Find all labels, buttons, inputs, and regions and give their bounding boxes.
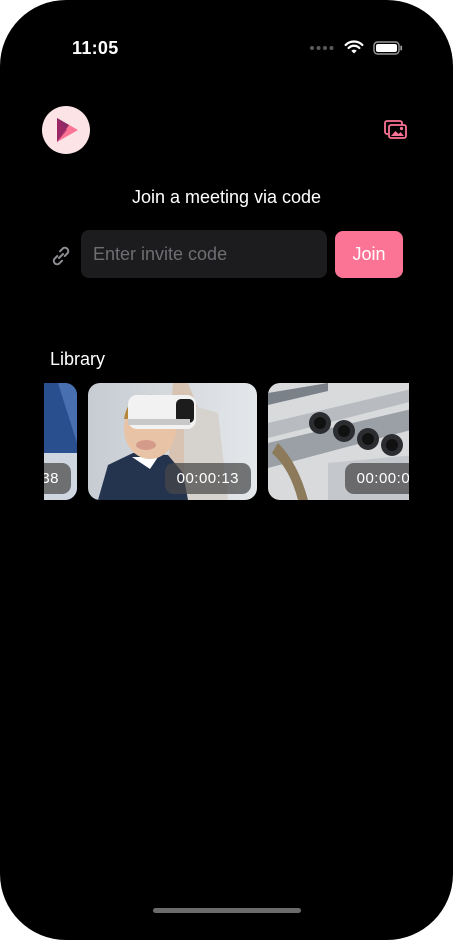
join-button[interactable]: Join bbox=[335, 231, 403, 278]
link-icon bbox=[52, 246, 70, 266]
library-item[interactable]: 00:00:38 bbox=[44, 383, 77, 500]
invite-code-input[interactable] bbox=[81, 230, 327, 278]
library-track: 00:00:38 bbox=[44, 383, 409, 500]
status-indicators bbox=[309, 40, 403, 55]
video-duration: 00:00:07 bbox=[344, 463, 409, 494]
app-logo bbox=[42, 106, 90, 154]
photo-gallery-icon bbox=[384, 120, 407, 139]
library-carousel[interactable]: 00:00:38 bbox=[44, 383, 409, 501]
gallery-button[interactable] bbox=[383, 118, 409, 142]
phone-screen: 11:05 Join a meeting via code Enter invi… bbox=[0, 0, 453, 940]
home-indicator[interactable] bbox=[153, 908, 301, 913]
library-item[interactable]: 00:00:13 bbox=[88, 383, 257, 500]
video-duration: 00:00:38 bbox=[44, 463, 71, 494]
signal-icon bbox=[310, 45, 334, 50]
status-time: 11:05 bbox=[72, 38, 119, 58]
join-meeting-title: Join a meeting via code bbox=[131, 187, 322, 207]
library-title: Library bbox=[50, 349, 106, 369]
battery-icon bbox=[373, 40, 403, 55]
wifi-icon bbox=[344, 40, 364, 54]
video-duration: 00:00:13 bbox=[164, 463, 251, 494]
library-item[interactable]: 00:00:07 bbox=[268, 383, 409, 500]
play-icon bbox=[57, 118, 78, 142]
